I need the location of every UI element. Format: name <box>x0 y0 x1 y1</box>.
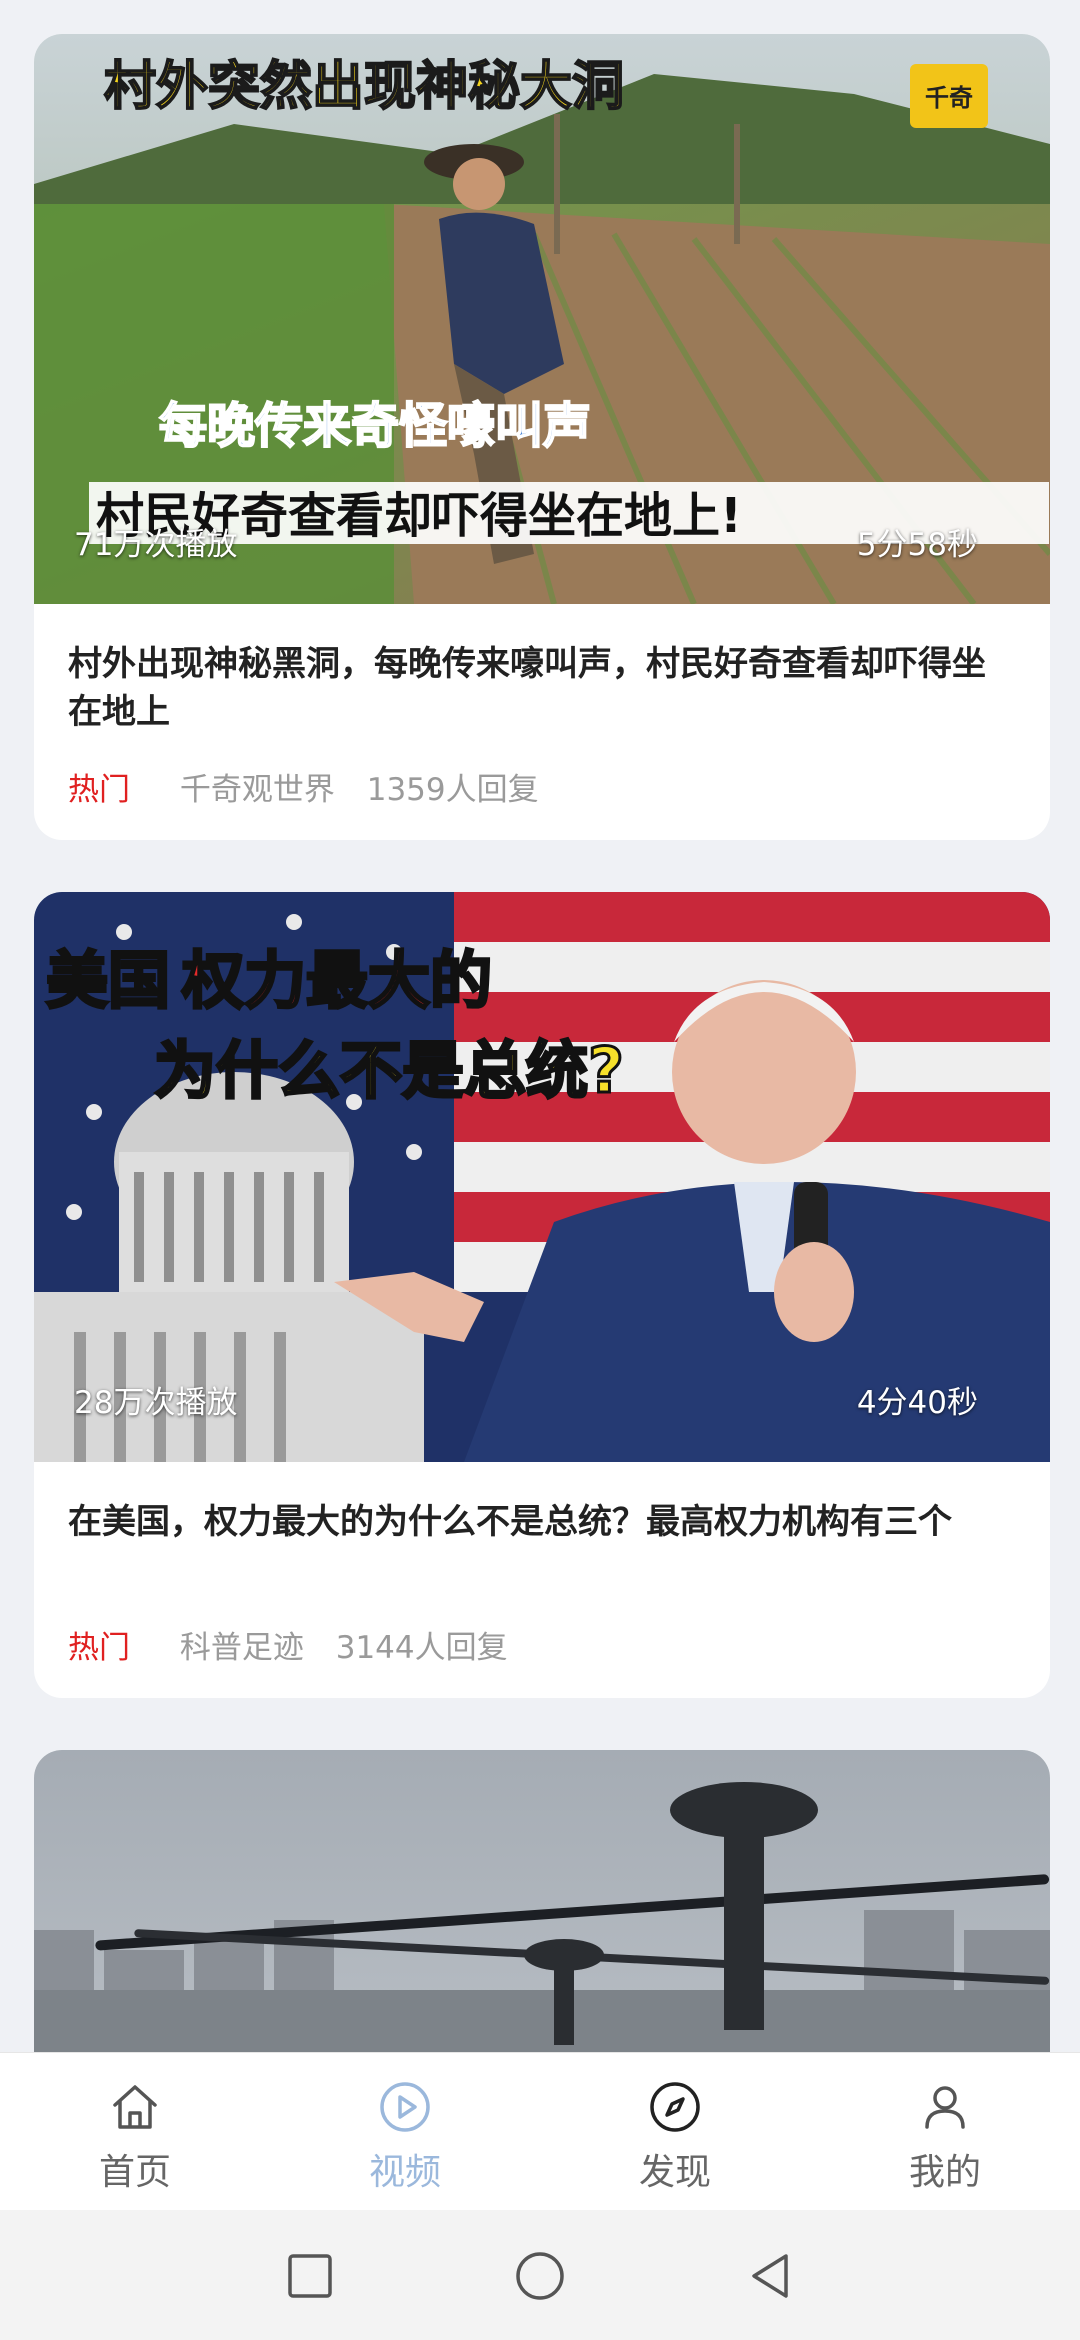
thumb-caption-mid: 为什么不是总统? <box>154 1034 624 1107</box>
video-meta: 热门 科普足迹 3144人回复 <box>68 1622 508 1667</box>
video-thumbnail[interactable]: 美国 权力最大的 为什么不是总统? 28万次播放 4分40秒 <box>34 892 1050 1462</box>
view-count: 28万次播放 <box>74 1385 238 1421</box>
tab-video[interactable]: 视频 <box>270 2053 540 2211</box>
reply-count: 1359人回复 <box>366 772 539 808</box>
home-icon <box>113 2085 157 2129</box>
video-thumbnail[interactable] <box>34 1750 1050 2052</box>
tab-me[interactable]: 我的 <box>810 2053 1080 2211</box>
thumb-caption-top-white: 美国 <box>46 944 170 1017</box>
compass-icon <box>650 2082 700 2132</box>
view-count: 71万次播放 <box>74 527 238 563</box>
video-title[interactable]: 村外出现神秘黑洞，每晚传来嚎叫声，村民好奇查看却吓得坐在地上 <box>68 640 1000 736</box>
hot-tag: 热门 <box>68 1630 130 1666</box>
tab-home[interactable]: 首页 <box>0 2053 270 2211</box>
tab-video-label: 视频 <box>368 2152 441 2193</box>
video-feed: 千奇 村外突然出现神秘大洞 每晚传来奇怪嚎叫声 村民好奇查看却吓得坐在地上! 7… <box>0 0 1080 2052</box>
user-icon <box>925 2086 965 2129</box>
thumb-caption-top: 村外突然出现神秘大洞 <box>104 57 624 117</box>
source-name[interactable]: 千奇观世界 <box>180 772 335 808</box>
tab-me-label: 我的 <box>908 2152 981 2193</box>
video-meta: 热门 千奇观世界 1359人回复 <box>68 764 539 809</box>
tab-discover[interactable]: 发现 <box>540 2053 810 2211</box>
thumbnail-helicopter-image <box>34 1750 1050 2052</box>
home-button[interactable] <box>512 2248 568 2304</box>
video-card[interactable] <box>34 1750 1050 2052</box>
thumb-caption-mid: 每晚传来奇怪嚎叫声 <box>159 398 591 454</box>
video-card[interactable]: 千奇 村外突然出现神秘大洞 每晚传来奇怪嚎叫声 村民好奇查看却吓得坐在地上! 7… <box>34 34 1050 840</box>
thumb-caption-top-red: 权力最大的 <box>181 944 492 1017</box>
reply-count: 3144人回复 <box>335 1630 508 1666</box>
bottom-nav: 首页 视频 发现 我的 <box>0 2052 1080 2211</box>
channel-logo-text: 千奇 <box>925 84 973 112</box>
video-title[interactable]: 在美国，权力最大的为什么不是总统？最高权力机构有三个 <box>68 1498 1000 1546</box>
play-circle-icon <box>380 2082 430 2132</box>
video-duration: 5分58秒 <box>856 527 978 563</box>
hot-tag: 热门 <box>68 772 130 808</box>
video-duration: 4分40秒 <box>856 1385 978 1421</box>
system-nav-bar <box>0 2210 1080 2340</box>
tab-discover-label: 发现 <box>638 2152 711 2193</box>
source-name[interactable]: 科普足迹 <box>180 1630 304 1666</box>
tab-home-label: 首页 <box>98 2152 171 2193</box>
video-thumbnail[interactable]: 千奇 村外突然出现神秘大洞 每晚传来奇怪嚎叫声 村民好奇查看却吓得坐在地上! 7… <box>34 34 1050 604</box>
video-card[interactable]: 美国 权力最大的 为什么不是总统? 28万次播放 4分40秒 在美国，权力最大的… <box>34 892 1050 1698</box>
back-button[interactable] <box>742 2248 798 2304</box>
recent-apps-button[interactable] <box>282 2248 338 2304</box>
